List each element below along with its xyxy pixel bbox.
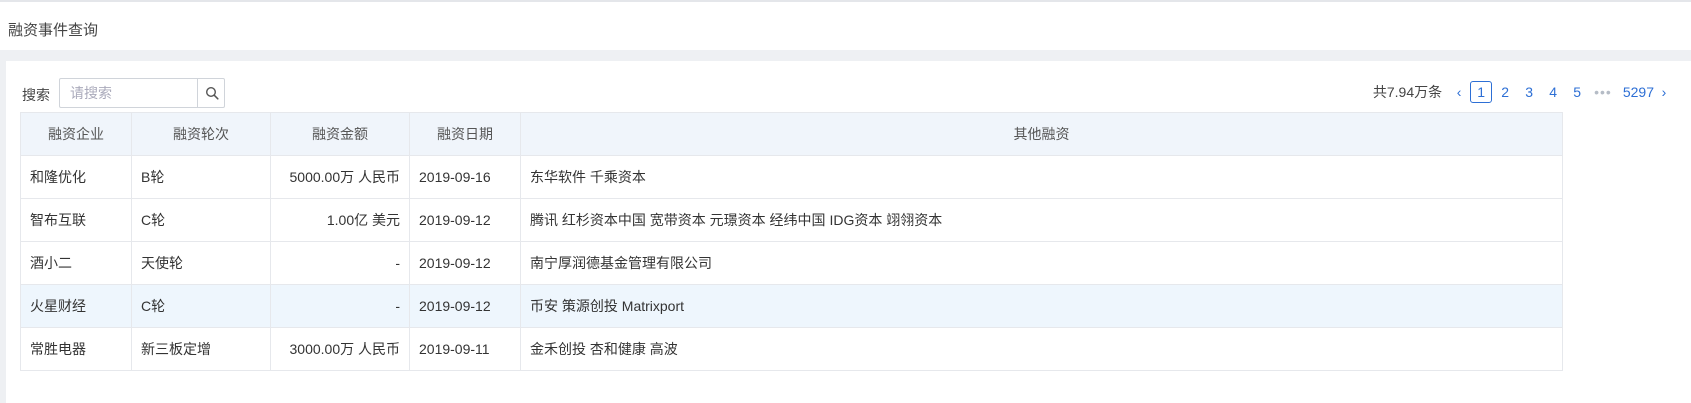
company-link[interactable]: 火星财经: [20, 284, 132, 328]
column-header-amount: 融资金额: [270, 112, 410, 156]
search-box: [59, 78, 225, 108]
column-header-date: 融资日期: [409, 112, 521, 156]
table-row: 和隆优化 B轮 5000.00万 人民币 2019-09-16 东华软件 千乘资…: [20, 155, 1563, 199]
company-link[interactable]: 酒小二: [20, 241, 132, 285]
page-header: 融资事件查询: [0, 0, 1691, 50]
date-cell: 2019-09-12: [409, 198, 521, 242]
page-5[interactable]: 5: [1566, 81, 1588, 103]
investors-cell: 东华软件 千乘资本: [520, 155, 1563, 199]
date-cell: 2019-09-16: [409, 155, 521, 199]
results-panel: 搜索 共7.94万条 ‹ 1 2 3 4 5 ••• 5297 › 融资企业 融…: [6, 61, 1691, 403]
page-title: 融资事件查询: [8, 22, 99, 39]
search-input[interactable]: [60, 79, 197, 107]
amount-cell: 3000.00万 人民币: [270, 327, 410, 371]
column-header-round: 融资轮次: [131, 112, 271, 156]
page-last[interactable]: 5297: [1622, 81, 1655, 103]
date-cell: 2019-09-12: [409, 284, 521, 328]
table-row: 火星财经 C轮 - 2019-09-12 币安 策源创投 Matrixport: [20, 284, 1563, 328]
column-header-company: 融资企业: [20, 112, 132, 156]
round-cell: 天使轮: [131, 241, 271, 285]
table-row: 酒小二 天使轮 - 2019-09-12 南宁厚润德基金管理有限公司: [20, 241, 1563, 285]
page-3[interactable]: 3: [1518, 81, 1540, 103]
page-2[interactable]: 2: [1494, 81, 1516, 103]
round-cell: B轮: [131, 155, 271, 199]
round-cell: 新三板定增: [131, 327, 271, 371]
round-cell: C轮: [131, 198, 271, 242]
round-cell: C轮: [131, 284, 271, 328]
next-page-icon[interactable]: ›: [1655, 84, 1673, 100]
prev-page-icon[interactable]: ‹: [1450, 84, 1468, 100]
table-row: 常胜电器 新三板定增 3000.00万 人民币 2019-09-11 金禾创投 …: [20, 327, 1563, 371]
date-cell: 2019-09-12: [409, 241, 521, 285]
investors-cell: 南宁厚润德基金管理有限公司: [520, 241, 1563, 285]
column-header-investors: 其他融资: [520, 112, 1563, 156]
page-4[interactable]: 4: [1542, 81, 1564, 103]
company-link[interactable]: 智布互联: [20, 198, 132, 242]
pagination: 共7.94万条 ‹ 1 2 3 4 5 ••• 5297 ›: [1373, 79, 1673, 105]
search-button[interactable]: [197, 79, 225, 107]
page-1[interactable]: 1: [1470, 81, 1493, 103]
table-header-row: 融资企业 融资轮次 融资金额 融资日期 其他融资: [20, 112, 1563, 156]
amount-cell: 1.00亿 美元: [270, 198, 410, 242]
amount-cell: 5000.00万 人民币: [270, 155, 410, 199]
financing-table: 融资企业 融资轮次 融资金额 融资日期 其他融资 和隆优化 B轮 5000.00…: [20, 112, 1563, 371]
company-link[interactable]: 和隆优化: [20, 155, 132, 199]
table-row: 智布互联 C轮 1.00亿 美元 2019-09-12 腾讯 红杉资本中国 宽带…: [20, 198, 1563, 242]
total-count: 共7.94万条: [1372, 84, 1443, 100]
company-link[interactable]: 常胜电器: [20, 327, 132, 371]
search-icon: [205, 86, 219, 100]
search-label: 搜索: [22, 87, 50, 103]
investors-cell: 金禾创投 杏和健康 高波: [520, 327, 1563, 371]
amount-cell: -: [270, 241, 410, 285]
amount-cell: -: [270, 284, 410, 328]
investors-cell: 币安 策源创投 Matrixport: [520, 284, 1563, 328]
date-cell: 2019-09-11: [409, 327, 521, 371]
investors-cell: 腾讯 红杉资本中国 宽带资本 元璟资本 经纬中国 IDG资本 翊翎资本: [520, 198, 1563, 242]
page-ellipsis[interactable]: •••: [1594, 84, 1612, 100]
